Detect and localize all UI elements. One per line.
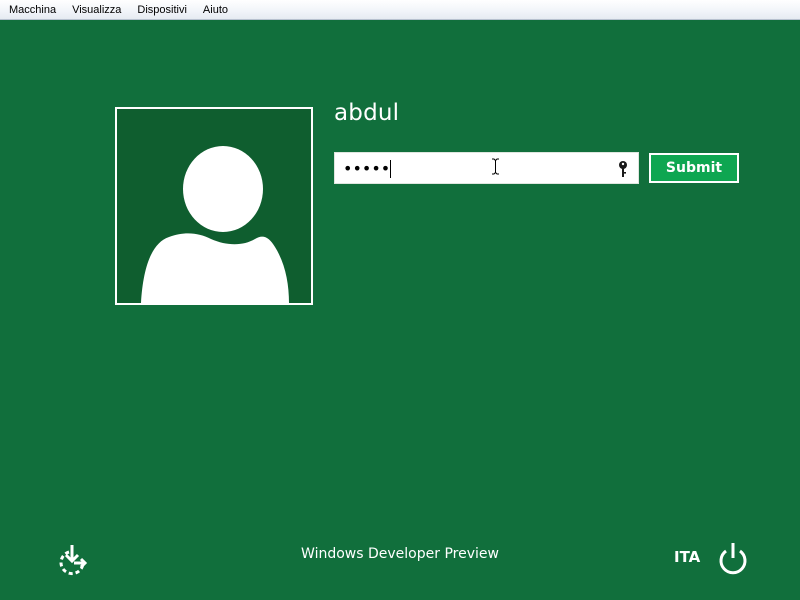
ibeam-cursor-icon [492,158,499,175]
language-indicator[interactable]: ITA [674,548,700,566]
vm-menubar: Macchina Visualizza Dispositivi Aiuto [0,0,800,20]
submit-button[interactable]: Submit [649,153,739,183]
user-silhouette-icon [141,146,289,303]
password-field[interactable]: ••••• [334,152,639,184]
menu-visualizza[interactable]: Visualizza [64,1,129,19]
password-value: ••••• [343,159,391,178]
username-label: abdul [334,100,400,126]
login-screen: abdul ••••• Submit Windows Developer Pre… [0,21,800,600]
power-icon[interactable] [717,542,749,576]
text-caret [390,160,391,178]
menu-dispositivi[interactable]: Dispositivi [129,1,195,19]
key-icon[interactable] [618,160,628,178]
user-avatar [115,107,313,305]
menu-aiuto[interactable]: Aiuto [195,1,236,19]
menu-macchina[interactable]: Macchina [0,1,64,19]
